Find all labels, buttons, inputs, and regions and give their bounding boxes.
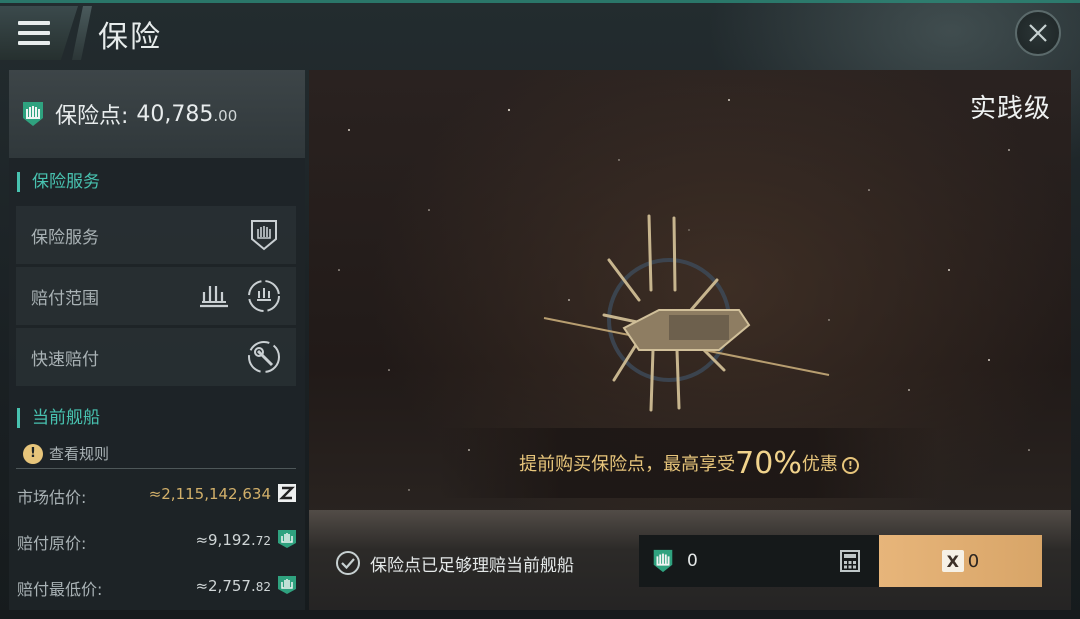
insurance-points-box: 保险点: 40,785.00 [9,70,305,158]
divider [16,468,296,469]
stat-claim-minimum: 赔付最低价: ≈2,757.82 [17,574,297,599]
promo-banner: 提前购买保险点，最高享受70%优惠! [439,428,939,498]
promo-text: 提前购买保险点，最高享受70%优惠! [519,446,859,481]
purchase-bar: 保险点已足够理赔当前舰船 0 X 0 [309,510,1071,610]
insurance-points-value: 40,785.00 [136,101,238,127]
promo-info-icon[interactable]: ! [841,456,859,474]
view-rules-link[interactable]: ! 查看规则 [23,443,109,464]
service-item-quick-claim[interactable]: 快速赔付 [16,328,296,386]
stat-market-value: 市场估价: ≈2,115,142,634 [17,482,297,507]
ship-tier-label: 实践级 [969,94,1051,124]
calculator-icon[interactable] [839,550,861,572]
insurance-point-icon [653,549,673,573]
top-accent-line [0,0,1080,3]
service-item-insurance[interactable]: 保险服务 [16,206,296,264]
insurance-point-icon [278,530,296,548]
left-panel: 保险点: 40,785.00 保险服务 保险服务 赔付范围 快速赔付 当前舰船 … [9,70,305,610]
sufficiency-status: 保险点已足够理赔当前舰船 [335,550,574,576]
close-icon [1029,24,1047,42]
wrench-circle-icon [248,341,280,373]
close-button[interactable] [1015,10,1061,56]
stat-claim-original: 赔付原价: ≈9,192.72 [17,528,297,553]
currency-icon: X [941,550,964,572]
insurance-point-icon [278,576,296,594]
ship-icons-icon [200,286,228,308]
points-quantity-input[interactable]: 0 [639,535,879,587]
buy-button[interactable]: X 0 [879,535,1042,587]
service-item-coverage[interactable]: 赔付范围 [16,267,296,325]
quantity-value: 0 [687,551,698,571]
isk-icon [278,484,296,502]
buy-price: 0 [967,550,980,572]
insurance-point-icon [23,102,43,126]
claim-original-value: ≈9,192.72 [195,531,271,549]
claim-minimum-value: ≈2,757.82 [195,577,271,595]
section-title-service: 保险服务 [17,172,100,192]
page-title: 保险 [98,20,162,55]
insurance-points-label: 保险点: [55,104,129,129]
ship-model [543,214,830,412]
market-value: ≈2,115,142,634 [148,485,271,503]
hamburger-icon [18,21,50,45]
check-circle-icon [336,551,360,575]
exclamation-icon: ! [23,443,43,464]
section-title-current-ship: 当前舰船 [17,408,100,428]
ship-preview-panel: 实践级 提前购买保险点，最高享受70%优惠! 保险点已足够理赔当前舰船 0 X … [309,70,1071,610]
shield-badge-icon [251,220,277,251]
ship-circle-icon [248,280,280,312]
